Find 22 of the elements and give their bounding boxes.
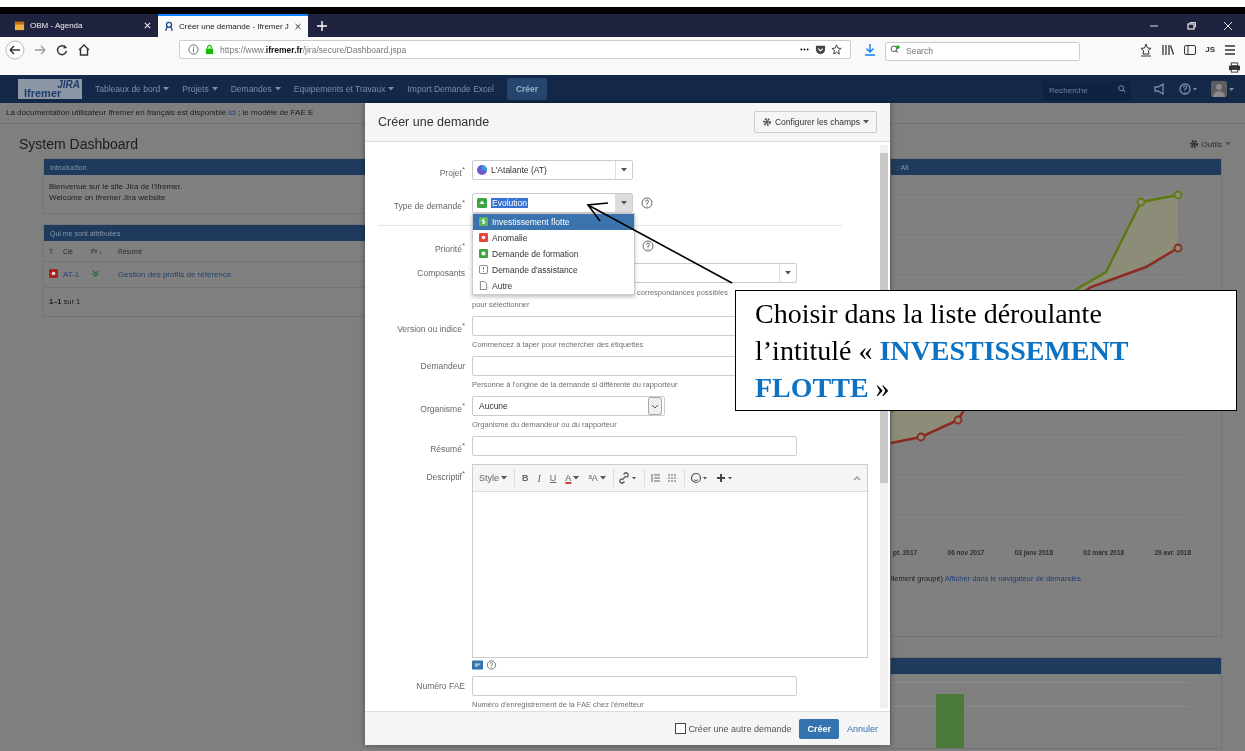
required-mark: * bbox=[461, 469, 465, 479]
welcome-text: Welcome on Ifremer Jira website bbox=[49, 192, 166, 203]
dashboard-title: System Dashboard bbox=[19, 136, 139, 152]
field-label: Numéro FAE bbox=[416, 681, 465, 692]
url-text: https://www.ifremer.fr/jira/secure/Dashboard.jspa bbox=[220, 44, 407, 55]
instruction-tooltip: Choisir dans la liste déroulante l’intitulé « INVESTISSEMENT FLOTTE » bbox=[735, 290, 1237, 411]
required-mark: * bbox=[461, 240, 465, 250]
required-mark: * bbox=[461, 401, 465, 411]
field-label: Type de demande bbox=[393, 200, 462, 211]
field-label: Descriptif bbox=[426, 472, 462, 483]
field-label: Priorité bbox=[434, 243, 462, 254]
field-label: Composants bbox=[417, 268, 465, 279]
field-label: Projet bbox=[439, 167, 462, 178]
field-label: Version ou indice bbox=[397, 324, 462, 335]
welcome-text: Bienvenue sur le site Jira de l'Ifremer. bbox=[49, 181, 183, 192]
field-label: Organisme bbox=[420, 404, 462, 415]
field-label: Demandeur bbox=[420, 361, 465, 372]
required-mark: * bbox=[461, 441, 465, 451]
required-mark: * bbox=[461, 321, 465, 331]
required-mark: * bbox=[461, 165, 465, 174]
required-mark: * bbox=[461, 197, 465, 207]
field-label: Résumé bbox=[430, 444, 462, 455]
